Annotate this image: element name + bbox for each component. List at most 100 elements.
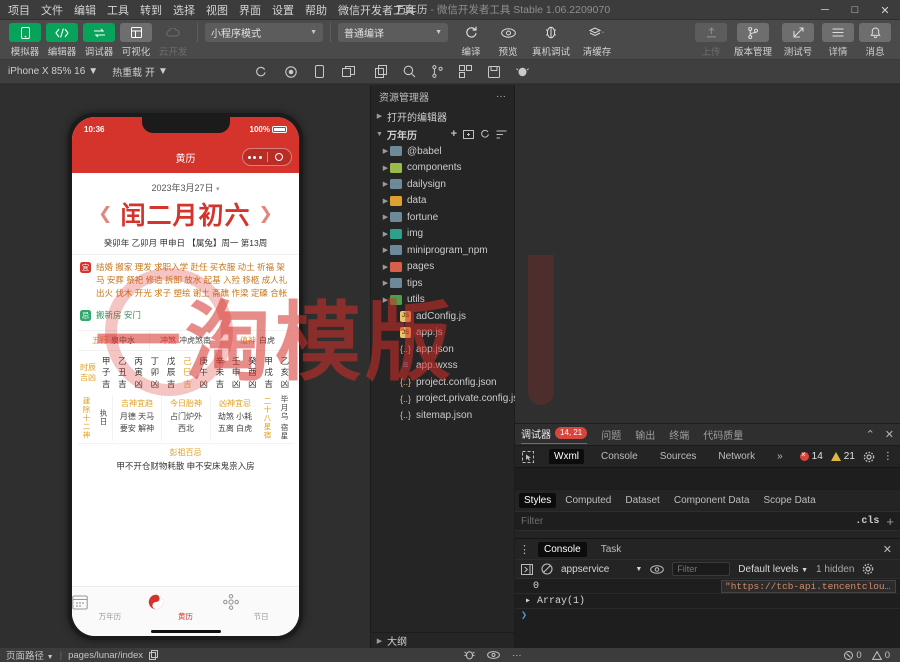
collapse-icon[interactable] [496,130,507,139]
tree-item-folder[interactable]: ▶ utils [371,292,514,309]
wxml-tree-area[interactable] [515,467,900,489]
chevron-right-icon[interactable]: ▶ [381,180,390,188]
chevron-right-icon[interactable]: ▶ [381,296,390,304]
chevron-right-icon[interactable]: ▶ [381,230,390,238]
gear-icon[interactable] [862,563,874,575]
details-button[interactable]: 详情 [821,23,855,58]
copy-icon[interactable] [375,65,387,78]
minimize-icon[interactable]: ─ [810,0,840,20]
record-icon[interactable] [285,65,297,78]
messages-button[interactable]: 消息 [858,23,892,58]
chevron-right-icon[interactable]: ▶ [381,147,390,155]
save-icon[interactable] [488,65,500,78]
menu-bar[interactable]: 项目 文件 编辑 工具 转到 选择 视图 界面 设置 帮助 微信开发者工具 [0,2,415,18]
chevron-right-icon[interactable]: ▶ [381,197,390,205]
more-icon[interactable]: ··· [512,650,522,661]
tab-almanac[interactable]: 黄历 [148,594,224,622]
menu-item-tools[interactable]: 工具 [107,2,129,18]
new-folder-icon[interactable] [463,129,474,139]
phone-icon[interactable] [315,65,324,78]
page-path-select[interactable]: 页面路径 ▼ [6,648,54,662]
bug-icon[interactable] [464,650,475,660]
more-icon[interactable]: ··· [496,91,506,102]
open-editors-section[interactable]: ▶ 打开的编辑器 [371,107,514,125]
eye-icon[interactable] [650,564,665,574]
tree-item-folder[interactable]: ▶ miniprogram_npm [371,242,514,259]
chevron-right-icon[interactable]: ▶ [381,164,390,172]
tab-terminal[interactable]: 终端 [669,427,689,442]
eye-icon[interactable] [487,651,500,659]
project-section[interactable]: ▼ 万年历 + [371,125,514,143]
menu-item-view[interactable]: 视图 [206,2,228,18]
style-tab-computed[interactable]: Computed [560,493,616,508]
close-panel-icon[interactable]: ✕ [885,428,894,441]
branch-icon[interactable] [432,65,443,78]
tree-item-file[interactable]: {..} project.config.json [371,374,514,391]
window-icon[interactable] [342,65,355,78]
chevron-right-icon[interactable]: ▶ [381,246,390,254]
tab-festival[interactable]: 节日 [223,593,299,622]
drawer-tab-task[interactable]: Task [595,542,628,557]
menu-item-goto[interactable]: 转到 [140,2,162,18]
hotreload-select[interactable]: 热重载 开 ▼ [112,64,168,79]
panel-tab-overflow[interactable]: » [772,449,788,464]
new-file-icon[interactable]: + [451,128,457,140]
tree-item-file[interactable]: {..} app.json [371,341,514,358]
style-tab-styles[interactable]: Styles [519,493,557,508]
tree-item-folder[interactable]: ▶ pages [371,259,514,276]
style-tab-component-data[interactable]: Component Data [669,493,755,508]
style-filter-input[interactable]: Filter [521,516,855,527]
upload-button[interactable]: 上传 [694,23,728,58]
error-count[interactable]: 14 [799,450,823,462]
tree-item-folder[interactable]: ▶ fortune [371,209,514,226]
simulator-toggle-button[interactable]: 模拟器 [8,23,42,58]
chevron-right-icon[interactable]: ▶ [381,213,390,221]
outline-section[interactable]: ▶ 大纲 [371,632,514,648]
drawer-tab-console[interactable]: Console [538,541,587,557]
tree-item-folder[interactable]: ▶ dailysign [371,176,514,193]
menu-item-help[interactable]: 帮助 [305,2,327,18]
compile-select[interactable]: 普通编译 ▼ [338,23,448,42]
editor-toggle-button[interactable]: 编辑器 [45,23,79,58]
visualization-toggle-button[interactable]: 可视化 [119,23,153,58]
menu-item-project[interactable]: 项目 [8,2,30,18]
search-icon[interactable] [403,65,416,78]
tab-output[interactable]: 输出 [635,427,655,442]
date-row[interactable]: 2023年3月27日 ▾ [72,173,299,194]
console-row[interactable]: ▸ Array(1) [515,594,900,609]
version-manage-button[interactable]: 版本管理 [731,23,775,58]
tree-item-folder[interactable]: ▶ img [371,226,514,243]
panel-tab-console[interactable]: Console [596,449,643,464]
clear-console-icon[interactable] [541,563,553,575]
tree-item-file[interactable]: JS adConfig.js [371,308,514,325]
chevron-right-icon[interactable]: ▶ [381,263,390,271]
tab-debugger[interactable]: 调试器 14, 21 [521,426,588,444]
preview-button[interactable]: 预览 [491,23,525,58]
tree-item-file[interactable]: JS app.js [371,325,514,342]
tree-item-folder[interactable]: ▶ data [371,193,514,210]
style-tab-scope-data[interactable]: Scope Data [758,493,820,508]
refresh-icon[interactable] [255,66,267,78]
copy-icon[interactable] [149,650,159,660]
refresh-icon[interactable] [480,129,490,139]
extensions-icon[interactable] [459,65,472,78]
menu-item-edit[interactable]: 编辑 [74,2,96,18]
status-warning-count[interactable]: 0 [871,650,890,661]
gear-icon[interactable] [863,451,875,463]
status-error-count[interactable]: 0 [844,650,862,661]
panel-tab-network[interactable]: Network [713,449,760,464]
tree-item-folder[interactable]: ▶ @babel [371,143,514,160]
menu-item-file[interactable]: 文件 [41,2,63,18]
prev-day-button[interactable]: ❮ [90,204,120,224]
cls-button[interactable]: .cls [855,516,879,527]
tab-calendar[interactable]: 万年历 [72,594,148,622]
console-output[interactable]: 0 "https://tcb-api.tencentcloudap…" ▸ Ar… [515,579,900,648]
tree-item-file[interactable]: ≡ app.wxss [371,358,514,375]
menu-item-select[interactable]: 选择 [173,2,195,18]
chevron-right-icon[interactable]: ▶ [381,279,390,287]
device-debug-button[interactable]: 真机调试 [528,23,574,58]
compile-button[interactable]: 编译 [454,23,488,58]
tab-problems[interactable]: 问题 [601,427,621,442]
maximize-icon[interactable]: □ [840,0,870,20]
close-icon[interactable]: ✕ [870,0,900,20]
